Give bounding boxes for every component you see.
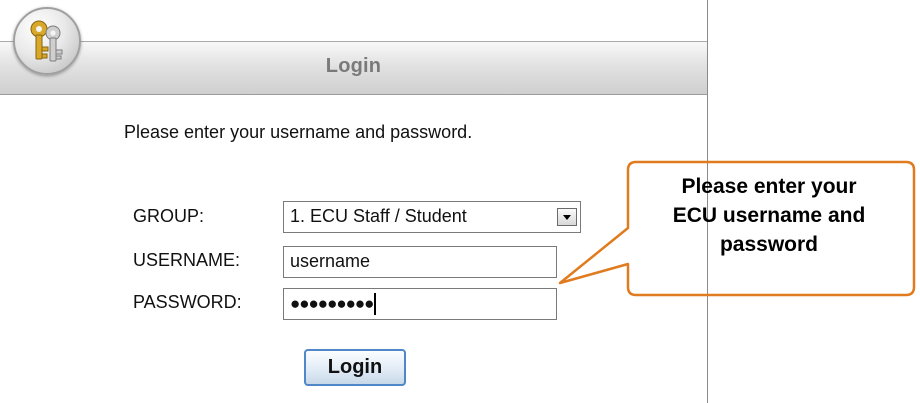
callout-line: password (719, 233, 819, 256)
callout-text: Please enter your ECU username and passw… (624, 172, 914, 259)
callout-line: Please enter your (681, 175, 857, 198)
callout-line: ECU username and (672, 204, 866, 227)
